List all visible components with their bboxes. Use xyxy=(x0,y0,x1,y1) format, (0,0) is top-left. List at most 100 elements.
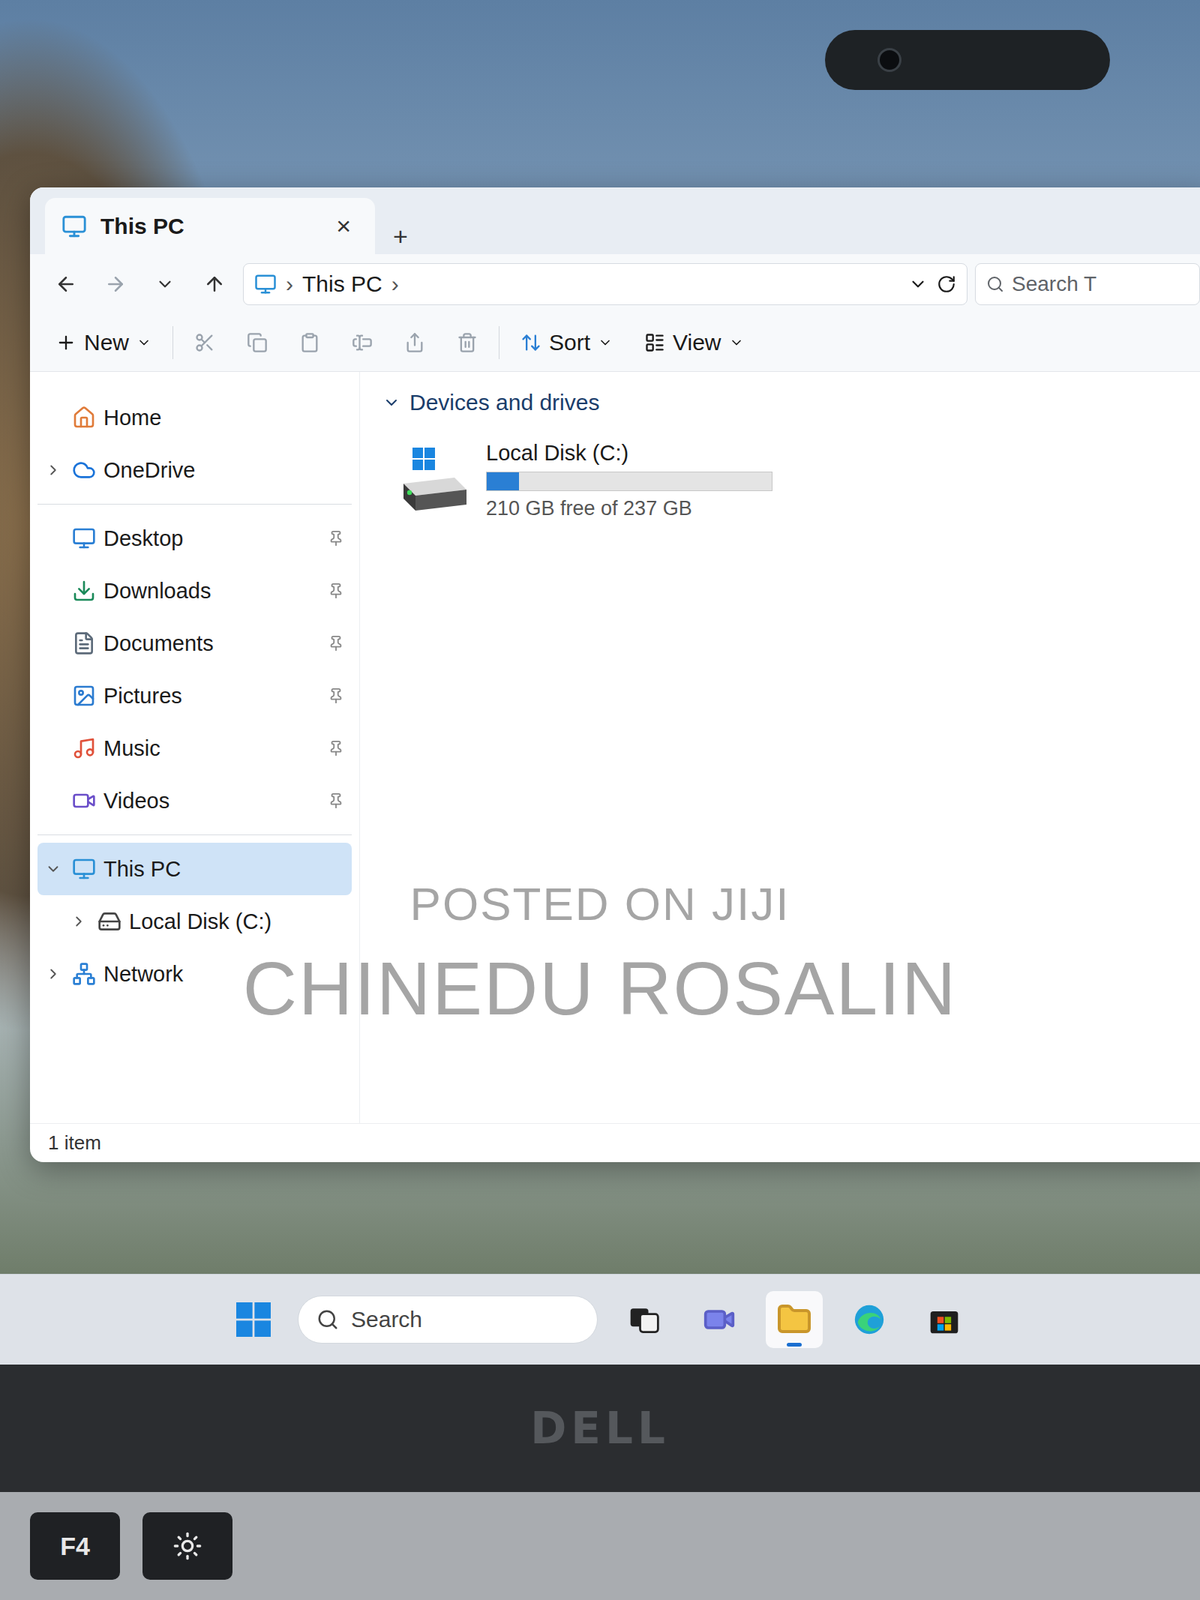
pin-icon[interactable] xyxy=(327,740,345,757)
chevron-right-icon[interactable] xyxy=(45,966,62,983)
view-button[interactable]: View xyxy=(633,322,754,363)
chevron-down-icon[interactable] xyxy=(155,274,175,294)
sidebar-item[interactable]: Local Disk (C:) xyxy=(37,895,352,948)
taskbar-app[interactable] xyxy=(840,1291,898,1349)
taskbar-app[interactable] xyxy=(915,1291,973,1349)
taskbar-app[interactable] xyxy=(615,1291,673,1349)
sidebar-section: This PCLocal Disk (C:)Network xyxy=(37,835,352,1008)
chevron-right-icon[interactable] xyxy=(45,462,62,479)
copy-icon[interactable] xyxy=(246,332,268,354)
pin-icon[interactable] xyxy=(327,530,345,547)
chevron-right-icon[interactable] xyxy=(70,913,87,930)
watermark: POSTED ON JIJICHINEDU ROSALIN xyxy=(0,877,1200,1032)
store-icon xyxy=(927,1303,961,1337)
chevron-down-icon xyxy=(597,335,613,351)
sidebar-label: Documents xyxy=(103,631,321,657)
copy-button[interactable] xyxy=(236,321,279,364)
taskbar-search-placeholder: Search xyxy=(351,1307,423,1333)
expander[interactable] xyxy=(42,861,65,878)
sidebar-label: Desktop xyxy=(103,526,321,552)
drive-name: Local Disk (C:) xyxy=(486,441,773,466)
desktop-icon xyxy=(72,526,96,551)
group-header[interactable]: Devices and drives xyxy=(382,390,1193,416)
sidebar-section: Desktop Downloads Documents Pictures Music Vi… xyxy=(37,504,352,836)
new-tab-button[interactable]: + xyxy=(385,219,416,255)
sidebar-item[interactable]: Documents xyxy=(37,617,352,670)
rename-icon[interactable] xyxy=(351,332,373,354)
search-field[interactable]: Search T xyxy=(975,263,1200,306)
pin[interactable] xyxy=(327,635,345,652)
arrow-right-icon[interactable] xyxy=(104,273,127,296)
sidebar-label: OneDrive xyxy=(103,458,345,483)
back-button[interactable] xyxy=(45,263,87,306)
taskbar-app[interactable] xyxy=(765,1291,823,1349)
sun-icon xyxy=(172,1531,203,1562)
recent-button[interactable] xyxy=(144,263,186,306)
arrow-up-icon[interactable] xyxy=(203,273,226,296)
trash-icon[interactable] xyxy=(456,332,478,354)
pin-icon[interactable] xyxy=(327,792,345,810)
new-button[interactable]: New xyxy=(45,322,162,363)
share-icon[interactable] xyxy=(404,332,426,354)
computer-icon xyxy=(254,273,277,296)
taskbar-app[interactable] xyxy=(690,1291,748,1349)
plus-icon xyxy=(55,332,77,354)
cut-button[interactable] xyxy=(183,321,226,364)
pin[interactable] xyxy=(327,740,345,757)
refresh-icon[interactable] xyxy=(936,274,957,294)
page: This PC×+›This PC›Search TNewSortViewHom… xyxy=(0,0,1200,1600)
sidebar-item[interactable]: Pictures xyxy=(37,669,352,723)
breadcrumb-separator[interactable]: › xyxy=(391,271,399,297)
delete-button[interactable] xyxy=(446,321,489,364)
address-bar[interactable]: › This PC › xyxy=(243,263,968,306)
sort-button[interactable]: Sort xyxy=(510,322,624,363)
sidebar-item[interactable]: Downloads xyxy=(37,564,352,618)
breadcrumb-separator: › xyxy=(285,271,294,297)
laptop-bezel: DELL xyxy=(0,1365,1200,1493)
taskbar-search[interactable]: Search xyxy=(297,1296,598,1344)
brand-logo: DELL xyxy=(530,1403,670,1455)
search-icon xyxy=(316,1308,339,1332)
sidebar-item[interactable]: This PC xyxy=(37,843,352,896)
expander[interactable] xyxy=(42,966,65,983)
sidebar-item[interactable]: Videos xyxy=(37,774,352,828)
sidebar-item[interactable]: Desktop xyxy=(37,512,352,565)
start-button[interactable] xyxy=(227,1293,280,1347)
expander[interactable] xyxy=(42,462,65,479)
key[interactable]: F4 xyxy=(30,1512,120,1581)
document-icon xyxy=(72,631,96,656)
chevron-down-icon[interactable] xyxy=(45,861,62,878)
sidebar-item[interactable]: OneDrive xyxy=(37,444,352,497)
share-button[interactable] xyxy=(393,321,436,364)
arrow-left-icon[interactable] xyxy=(54,273,78,296)
sidebar-item[interactable]: Music xyxy=(37,722,352,775)
windows-logo-icon xyxy=(236,1302,271,1338)
chevron-down-icon[interactable] xyxy=(908,274,928,294)
drive-tile[interactable]: Local Disk (C:)210 GB free of 237 GB xyxy=(382,433,833,528)
brightness-key[interactable] xyxy=(142,1512,233,1581)
scissors-icon[interactable] xyxy=(194,332,216,354)
active-indicator xyxy=(786,1343,802,1347)
close-tab-button[interactable]: × xyxy=(328,208,359,244)
pin-icon[interactable] xyxy=(327,687,345,705)
paste-button[interactable] xyxy=(288,321,331,364)
sidebar-item[interactable]: Network xyxy=(37,948,352,1001)
tab[interactable]: This PC× xyxy=(45,198,375,255)
pin[interactable] xyxy=(327,582,345,600)
breadcrumb[interactable]: This PC xyxy=(302,271,383,297)
pin[interactable] xyxy=(327,530,345,547)
chevron-down-icon[interactable] xyxy=(382,393,401,412)
sidebar-item[interactable]: Home xyxy=(37,391,352,444)
watermark-text: POSTED ON JIJI xyxy=(410,877,791,931)
pin[interactable] xyxy=(327,687,345,705)
expander[interactable] xyxy=(67,913,90,930)
sidebar-label: Music xyxy=(103,736,321,762)
clipboard-icon[interactable] xyxy=(299,332,321,354)
rename-button[interactable] xyxy=(341,321,384,364)
camera-lens xyxy=(877,48,902,72)
up-button[interactable] xyxy=(193,263,236,306)
pin-icon[interactable] xyxy=(327,635,345,652)
pin[interactable] xyxy=(327,792,345,810)
pin-icon[interactable] xyxy=(327,582,345,600)
forward-button[interactable] xyxy=(94,263,137,306)
